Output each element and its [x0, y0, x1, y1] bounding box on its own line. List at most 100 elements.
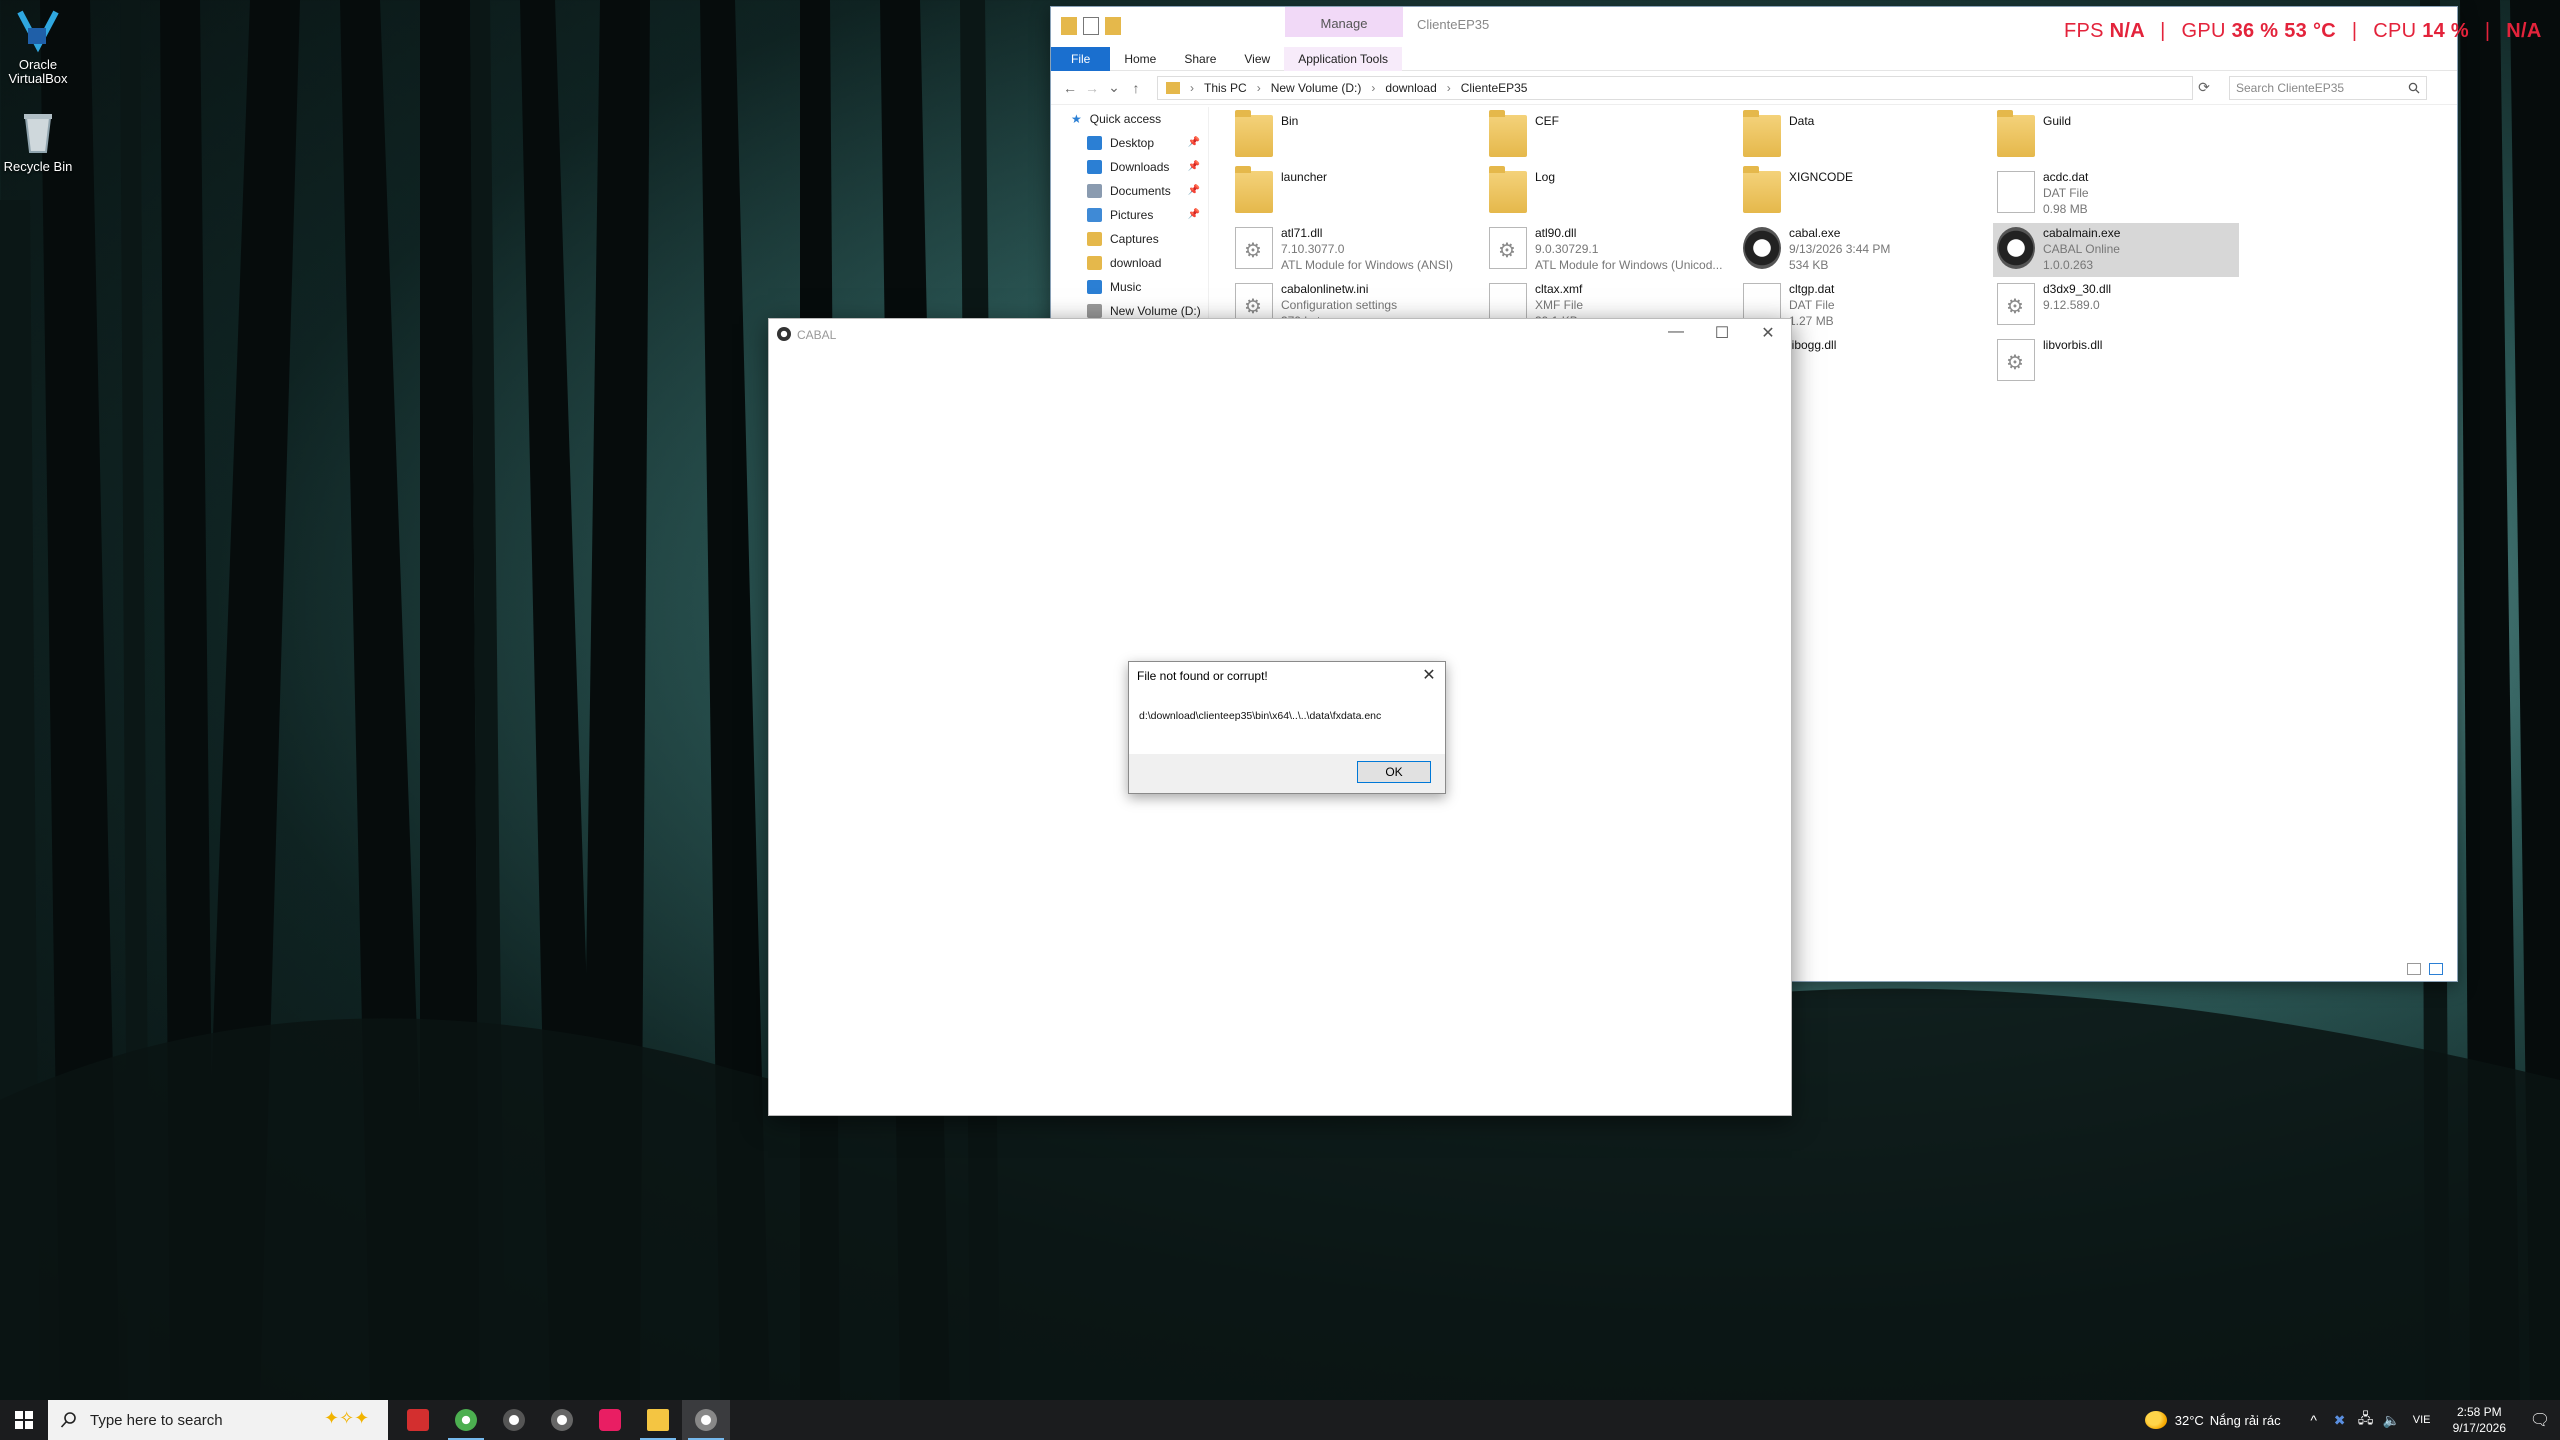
nav-item-label: Pictures [1110, 208, 1154, 222]
folder-icon[interactable] [1061, 17, 1077, 35]
volume-icon[interactable]: 🔈 [2379, 1412, 2405, 1429]
close-button[interactable]: ✕ [1753, 323, 1783, 343]
up-arrow-icon[interactable]: ↑ [1125, 80, 1147, 96]
virtualbox-desktop-icon[interactable]: Oracle VirtualBox [0, 6, 76, 86]
tab-view[interactable]: View [1230, 47, 1284, 71]
file-item[interactable]: libvorbis.dll [1993, 335, 2239, 389]
clock[interactable]: 2:58 PM 9/17/2026 [2453, 1404, 2506, 1436]
file-name: acdc.dat [2043, 170, 2089, 184]
back-arrow-icon[interactable]: ← [1059, 80, 1081, 96]
file-item[interactable]: acdc.dat DAT File 0.98 MB [1993, 167, 2239, 221]
cabal-launcher-icon [551, 1409, 573, 1431]
tab-file[interactable]: File [1051, 46, 1111, 71]
file-item[interactable]: CEF [1485, 110, 1731, 165]
ribbon-tabs: File Home Share View Application Tools [1051, 46, 2457, 71]
folder-icon [1489, 166, 1527, 213]
nav-item[interactable]: download [1051, 251, 1208, 275]
file-name: Data [1789, 114, 1815, 128]
search-icon [60, 1412, 76, 1428]
file-name: Guild [2043, 114, 2072, 128]
file-item[interactable]: launcher [1231, 166, 1477, 221]
file-name: CEF [1535, 114, 1559, 128]
breadcrumb-item[interactable]: ClienteEP35 [1461, 81, 1528, 95]
cabal-logo-icon [777, 327, 791, 341]
file-item[interactable]: XIGNCODE [1739, 166, 1985, 221]
window-title: ClienteEP35 [1417, 17, 1490, 32]
file-detail: DAT File [1789, 298, 1835, 312]
breadcrumb-item[interactable]: This PC [1204, 81, 1247, 95]
windows-logo-icon [15, 1411, 33, 1429]
breadcrumb-item[interactable]: New Volume (D:) [1271, 81, 1362, 95]
taskbar-app-explorer[interactable] [634, 1400, 682, 1440]
taskbar-app-3[interactable] [490, 1400, 538, 1440]
chevron-up-icon[interactable]: ^ [2301, 1412, 2327, 1428]
file-detail: 1.0.0.263 [2043, 258, 2094, 272]
file-item[interactable]: cabal.exe 9/13/2026 3:44 PM 534 KB [1739, 223, 1985, 277]
error-dialog[interactable]: File not found or corrupt! ✕ d:\download… [1128, 661, 1446, 794]
refresh-icon[interactable]: ⟳ [2193, 79, 2215, 96]
recent-locations-chevron-icon[interactable]: ⌄ [1103, 79, 1125, 96]
weather-desc: Nắng rải rác [2209, 1412, 2281, 1428]
taskbar-app-cabal[interactable] [682, 1400, 730, 1440]
cabal-window-title: CABAL [797, 328, 837, 342]
file-detail: Configuration settings [1281, 298, 1398, 312]
tab-share[interactable]: Share [1170, 47, 1230, 71]
weather-widget[interactable]: 32°C Nắng rải rác [2144, 1411, 2281, 1429]
file-name: libvorbis.dll [2043, 338, 2103, 352]
explorer-search-input[interactable]: Search ClienteEP35 [2229, 75, 2427, 100]
nav-folder-icon [1087, 304, 1102, 318]
taskbar-app-5[interactable] [586, 1400, 634, 1440]
tab-application-tools[interactable]: Application Tools [1284, 46, 1403, 71]
nav-item[interactable]: Pictures 📌 [1051, 203, 1208, 227]
tray-app-icon[interactable]: ✖ [2327, 1412, 2353, 1429]
large-icons-view-icon[interactable] [2429, 963, 2443, 975]
nav-quick-access[interactable]: ★ Quick access [1051, 107, 1208, 131]
taskbar-app-4[interactable] [538, 1400, 586, 1440]
properties-icon[interactable] [1083, 17, 1099, 35]
details-view-icon[interactable] [2407, 963, 2421, 975]
file-item[interactable]: d3dx9_30.dll 9.12.589.0 [1993, 279, 2239, 333]
search-highlight-icon[interactable]: ✦✧✦ [324, 1408, 378, 1432]
file-detail: CABAL Online [2043, 242, 2120, 256]
network-icon[interactable]: 🖧 [2353, 1408, 2379, 1432]
manage-tab[interactable]: Manage [1285, 7, 1403, 37]
breadcrumb-item[interactable]: download [1385, 81, 1436, 95]
new-folder-icon[interactable] [1105, 17, 1121, 35]
nav-item-label: Music [1110, 280, 1142, 294]
breadcrumb[interactable]: › This PC › New Volume (D:) › download ›… [1157, 75, 2193, 100]
language-indicator[interactable]: VIE [2405, 1414, 2439, 1426]
cabal-titlebar[interactable]: CABAL — ☐ ✕ [769, 319, 1791, 349]
file-item[interactable]: atl90.dll 9.0.30729.1 ATL Module for Windo… [1485, 223, 1731, 277]
virtualbox-icon [14, 6, 62, 54]
nav-item[interactable]: Documents 📌 [1051, 179, 1208, 203]
file-item[interactable]: Data [1739, 110, 1985, 165]
notification-icon[interactable]: 🗨 [2520, 1410, 2560, 1430]
ok-button[interactable]: OK [1357, 761, 1431, 783]
file-item[interactable]: cabalmain.exe CABAL Online 1.0.0.263 [1993, 223, 2239, 277]
paint-app-icon [599, 1409, 621, 1431]
dialog-close-button[interactable]: ✕ [1419, 662, 1439, 690]
taskbar-search-input[interactable]: Type here to search ✦✧✦ [48, 1400, 388, 1440]
dialog-titlebar[interactable]: File not found or corrupt! ✕ [1129, 662, 1445, 690]
file-item[interactable]: Guild [1993, 110, 2239, 165]
view-toggle [2407, 963, 2443, 975]
start-button[interactable] [0, 1400, 48, 1440]
nav-item[interactable]: Captures [1051, 227, 1208, 251]
taskbar-app-1[interactable] [394, 1400, 442, 1440]
nav-item[interactable]: Desktop 📌 [1051, 131, 1208, 155]
maximize-button[interactable]: ☐ [1707, 323, 1737, 343]
taskbar: Type here to search ✦✧✦ 32°C Nắng rải rá… [0, 1400, 2560, 1440]
file-item[interactable]: Log [1485, 166, 1731, 221]
nav-item[interactable]: Downloads 📌 [1051, 155, 1208, 179]
partly-sunny-icon [2144, 1411, 2167, 1429]
forward-arrow-icon[interactable]: → [1081, 80, 1103, 96]
file-item[interactable]: Bin [1231, 110, 1477, 165]
folder-icon [1235, 110, 1273, 157]
taskbar-app-2[interactable] [442, 1400, 490, 1440]
nav-item[interactable]: Music [1051, 275, 1208, 299]
file-detail: ATL Module for Windows (ANSI) [1281, 258, 1454, 272]
file-item[interactable]: atl71.dll 7.10.3077.0 ATL Module for Windo… [1231, 223, 1477, 277]
minimize-button[interactable]: — [1661, 323, 1691, 341]
tab-home[interactable]: Home [1110, 47, 1170, 71]
recycle-bin-desktop-icon[interactable]: Recycle Bin [0, 108, 76, 174]
